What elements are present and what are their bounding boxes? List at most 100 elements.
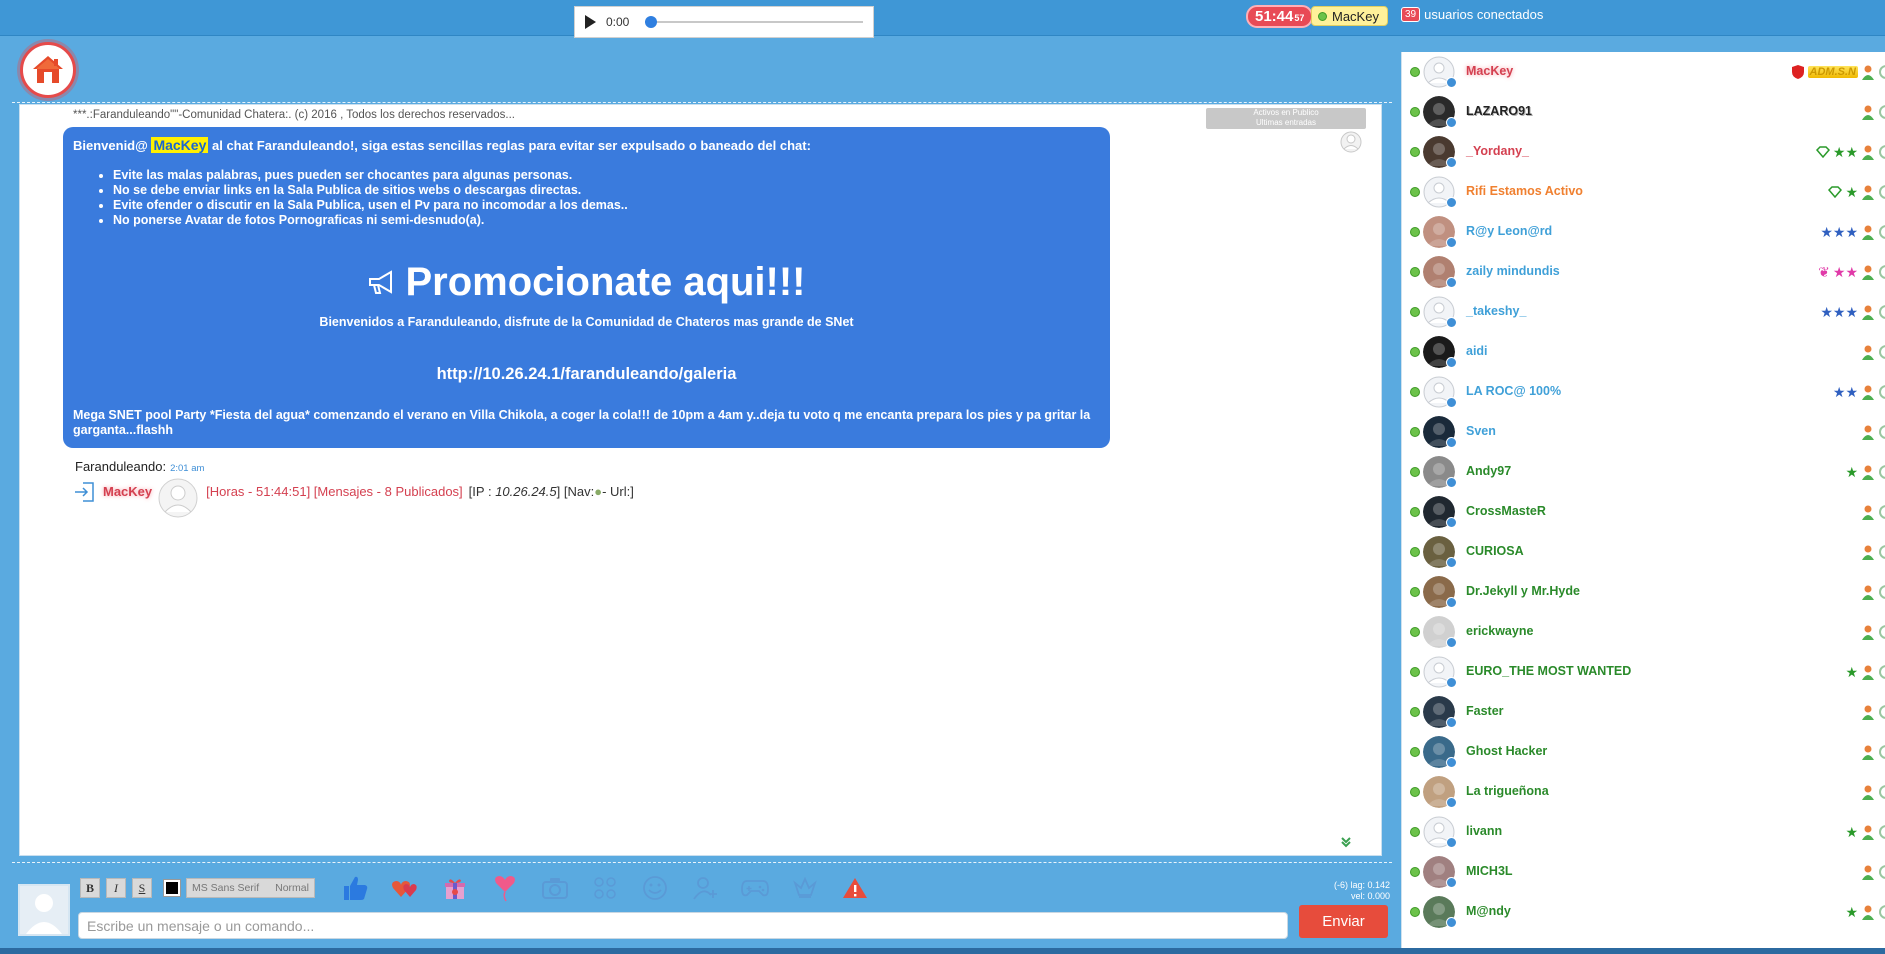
play-icon[interactable] — [585, 15, 596, 29]
audio-seek-thumb[interactable] — [645, 16, 658, 28]
user-list-item[interactable]: CrossMasteR — [1402, 492, 1885, 532]
user-list-item[interactable]: EURO_THE MOST WANTED ★ — [1402, 652, 1885, 692]
user-list-item[interactable]: Faster — [1402, 692, 1885, 732]
bold-button[interactable]: B — [80, 878, 100, 898]
user-name: Ghost Hacker — [1466, 744, 1548, 758]
user-list-item[interactable]: _takeshy_ ★★★ — [1402, 292, 1885, 332]
user-list-item[interactable]: LAZARO91 — [1402, 92, 1885, 132]
chat-area[interactable]: ***.:Faranduleando""-Comunidad Chatera:.… — [19, 104, 1382, 856]
font-selector[interactable]: MS Sans Serif Normal — [186, 878, 315, 898]
join-info: [Horas - 51:44:51] [Mensajes - 8 Publica… — [206, 484, 463, 499]
user-gender-icon — [1862, 465, 1874, 480]
user-list[interactable]: MacKey ADM.S.N LAZARO91 _Yordany_ ★★ Rifi Est… — [1401, 52, 1885, 948]
user-options-icon[interactable] — [1878, 824, 1885, 840]
rule-item: No ponerse Avatar de fotos Pornograficas… — [113, 213, 1100, 228]
user-list-item[interactable]: LA ROC@ 100% ★★ — [1402, 372, 1885, 412]
user-options-icon[interactable] — [1878, 704, 1885, 720]
user-list-item[interactable]: La trigueñona — [1402, 772, 1885, 812]
join-user-name[interactable]: MacKey — [103, 484, 152, 499]
user-list-item[interactable]: Ghost Hacker — [1402, 732, 1885, 772]
my-avatar[interactable] — [18, 884, 70, 936]
gift-icon[interactable] — [439, 872, 471, 904]
user-options-icon[interactable] — [1878, 344, 1885, 360]
apps-icon[interactable] — [589, 872, 621, 904]
add-friend-icon[interactable] — [689, 872, 721, 904]
user-options-icon[interactable] — [1878, 904, 1885, 920]
audio-seek-bar[interactable] — [645, 16, 863, 28]
user-options-icon[interactable] — [1878, 104, 1885, 120]
greet-user[interactable]: MacKey — [151, 137, 209, 153]
user-options-icon[interactable] — [1878, 664, 1885, 680]
user-options-icon[interactable] — [1878, 264, 1885, 280]
user-badges — [1861, 623, 1885, 641]
user-list-item[interactable]: MICH3L — [1402, 852, 1885, 892]
user-list-item[interactable]: livann ★ — [1402, 812, 1885, 852]
like-icon[interactable] — [339, 872, 371, 904]
send-button[interactable]: Enviar — [1299, 905, 1388, 938]
user-options-icon[interactable] — [1878, 864, 1885, 880]
user-list-item[interactable]: _Yordany_ ★★ — [1402, 132, 1885, 172]
gamepad-icon[interactable] — [739, 872, 771, 904]
user-list-item[interactable]: Dr.Jekyll y Mr.Hyde — [1402, 572, 1885, 612]
user-list-item[interactable]: M@ndy ★ — [1402, 892, 1885, 932]
verified-badge-icon — [1446, 237, 1457, 248]
user-options-icon[interactable] — [1878, 64, 1885, 80]
user-list-item[interactable]: zaily mindundis ❦ ★★ — [1402, 252, 1885, 292]
header-divider — [12, 102, 1392, 103]
user-options-icon[interactable] — [1878, 184, 1885, 200]
gallery-link[interactable]: http://10.26.24.1/faranduleando/galeria — [73, 365, 1100, 384]
rank-stars-icon: ★ — [1845, 184, 1858, 200]
user-gender-icon — [1862, 65, 1874, 80]
user-options-icon[interactable] — [1878, 224, 1885, 240]
user-badges: ★★ — [1833, 383, 1885, 401]
user-options-icon[interactable] — [1878, 144, 1885, 160]
user-options-icon[interactable] — [1878, 624, 1885, 640]
user-list-item[interactable]: Rifi Estamos Activo ★ — [1402, 172, 1885, 212]
user-options-icon[interactable] — [1878, 464, 1885, 480]
online-status-icon — [1410, 227, 1420, 237]
user-options-icon[interactable] — [1878, 584, 1885, 600]
home-button[interactable] — [20, 42, 76, 98]
user-options-icon[interactable] — [1878, 544, 1885, 560]
user-badges — [1861, 863, 1885, 881]
warning-icon[interactable] — [839, 872, 871, 904]
emoji-icon[interactable] — [639, 872, 671, 904]
welcome-greeting: Bienvenid@ MacKey al chat Faranduleando!… — [73, 137, 1100, 153]
crown-icon[interactable] — [789, 872, 821, 904]
session-timer: 51:44 57 — [1246, 5, 1314, 28]
font-size: Normal — [275, 882, 309, 894]
user-avatar[interactable] — [158, 478, 198, 518]
tab-activos[interactable]: Activos en Publico — [1206, 108, 1366, 118]
user-list-item[interactable]: aidi — [1402, 332, 1885, 372]
user-gender-icon — [1862, 105, 1874, 120]
user-options-icon[interactable] — [1878, 744, 1885, 760]
heart-balloon-icon[interactable] — [489, 872, 521, 904]
color-picker[interactable] — [163, 879, 181, 897]
current-user-chip[interactable]: MacKey — [1311, 6, 1388, 26]
user-list-item[interactable]: Sven — [1402, 412, 1885, 452]
user-list-item[interactable]: erickwayne — [1402, 612, 1885, 652]
room-tabs[interactable]: Activos en Publico Ultimas entradas — [1206, 108, 1366, 129]
message-input[interactable] — [78, 912, 1288, 939]
message-sender: Faranduleando: 2:01 am — [75, 459, 204, 474]
browser-icon: ● — [594, 484, 603, 499]
user-options-icon[interactable] — [1878, 384, 1885, 400]
scroll-down-icon[interactable] — [1339, 835, 1353, 849]
italic-button[interactable]: I — [106, 878, 126, 898]
user-options-icon[interactable] — [1878, 424, 1885, 440]
user-options-icon[interactable] — [1878, 304, 1885, 320]
tab-ultimas[interactable]: Ultimas entradas — [1206, 118, 1366, 128]
user-list-item[interactable]: R@y Leon@rd ★★★ — [1402, 212, 1885, 252]
message-time: 2:01 am — [170, 463, 205, 474]
camera-icon[interactable] — [539, 872, 571, 904]
underline-button[interactable]: S — [132, 878, 152, 898]
hearts-icon[interactable] — [389, 872, 421, 904]
user-options-icon[interactable] — [1878, 784, 1885, 800]
verified-badge-icon — [1446, 157, 1457, 168]
user-list-item[interactable]: Andy97 ★ — [1402, 452, 1885, 492]
online-users-counter[interactable]: 39 usuarios conectados — [1401, 7, 1543, 22]
user-list-item[interactable]: MacKey ADM.S.N — [1402, 52, 1885, 92]
user-badges: ★ — [1845, 463, 1885, 481]
user-list-item[interactable]: CURIOSA — [1402, 532, 1885, 572]
user-options-icon[interactable] — [1878, 504, 1885, 520]
